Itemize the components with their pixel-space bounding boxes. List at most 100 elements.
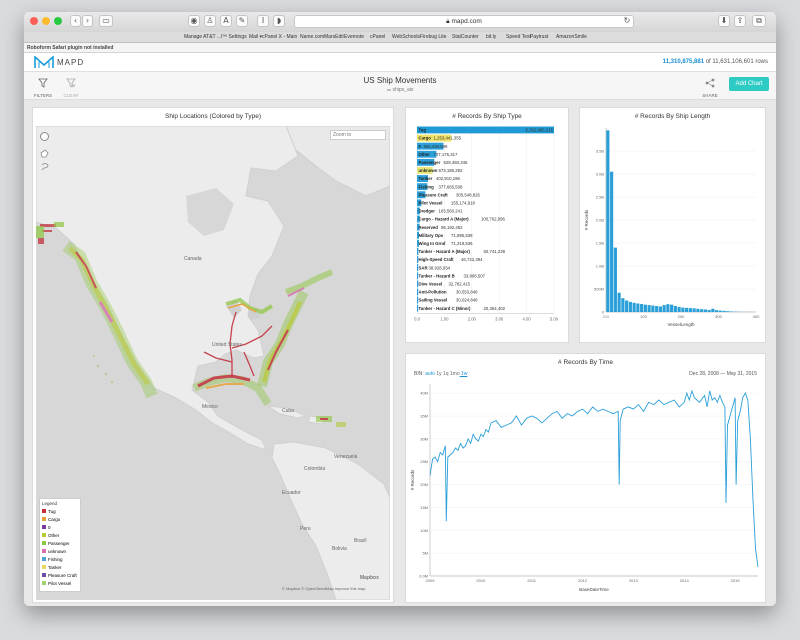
histogram-bar[interactable] <box>670 304 674 312</box>
bookmark-item[interactable]: Speed Test <box>506 32 531 43</box>
bookmark-item[interactable]: Paytrust <box>530 32 548 43</box>
histogram-bar[interactable] <box>730 311 734 312</box>
bookmark-item[interactable]: cPanel X - Main <box>262 32 297 43</box>
extension-icon[interactable]: ✎ <box>236 15 248 27</box>
histogram-bar[interactable] <box>643 304 647 312</box>
map-attribution[interactable]: © Mapbox © OpenStreetMap Improve this ma… <box>282 586 366 591</box>
minimize-window-button[interactable] <box>42 17 50 25</box>
close-window-button[interactable] <box>30 17 38 25</box>
histogram-bar[interactable] <box>613 247 617 312</box>
legend-item[interactable]: Cargo <box>42 515 78 523</box>
lasso-draw-icon[interactable] <box>40 158 49 171</box>
bookmark-item[interactable]: Firebug Lite <box>420 32 446 43</box>
bookmark-item[interactable]: WebSchools <box>392 32 420 43</box>
histogram-bar[interactable] <box>617 292 621 312</box>
histogram-bar[interactable] <box>628 301 632 312</box>
back-icon[interactable]: ‹ <box>70 15 81 27</box>
instapaper-icon[interactable]: I <box>257 15 269 27</box>
legend-item[interactable]: Tug <box>42 507 78 515</box>
histogram-bar[interactable] <box>726 311 730 312</box>
map-view[interactable]: Canada United States Mexico Cuba Venezuela Co… <box>36 126 390 600</box>
ship-type-chart[interactable]: 0.0 1.00 2.00 3.00 4.00 5.00 Tug 5,362,686,215 C… <box>406 124 570 342</box>
dashboard-title[interactable]: US Ship Movements <box>24 76 776 85</box>
histogram-bar[interactable] <box>625 300 629 313</box>
histogram-bar[interactable] <box>673 306 677 312</box>
histogram-bar[interactable] <box>651 305 655 312</box>
histogram-bar[interactable] <box>718 310 722 312</box>
privacy-eye-icon[interactable]: ◉ <box>188 15 200 27</box>
bookmark-item[interactable]: bit.ly <box>486 32 496 43</box>
forward-icon[interactable]: › <box>82 15 93 27</box>
histogram-bar[interactable] <box>688 308 692 312</box>
histogram-bar[interactable] <box>711 308 715 312</box>
bin-option[interactable]: auto <box>425 371 435 377</box>
histogram-bar[interactable] <box>681 307 685 312</box>
legend-label: unknown <box>48 548 67 554</box>
mapbox-logo[interactable]: Mapbox <box>360 575 379 581</box>
bookmark-item[interactable]: Evernote <box>344 32 364 43</box>
zoom-to-input[interactable] <box>330 130 386 140</box>
histogram-bar[interactable] <box>621 298 625 312</box>
histogram-bar[interactable] <box>692 308 696 312</box>
y-tick-label: 2.5B <box>596 195 605 200</box>
reading-person-icon[interactable]: ♙ <box>204 15 216 27</box>
histogram-bar[interactable] <box>703 309 707 312</box>
bin-option[interactable]: 1y <box>435 371 441 377</box>
bookmark-item[interactable]: AmazonSmile <box>556 32 587 43</box>
histogram-bar[interactable] <box>647 305 651 312</box>
histogram-bar[interactable] <box>696 308 700 312</box>
histogram-bar[interactable] <box>655 306 659 312</box>
bookmark-item[interactable]: Mail ▾ <box>249 32 262 43</box>
histogram-bar[interactable] <box>707 309 711 312</box>
bin-option[interactable]: 1w <box>460 371 467 377</box>
bookmark-item[interactable]: Manage AT&T ...l™ Settings <box>184 32 247 43</box>
time-chart[interactable]: 0.0M5M10M15M20M25M30M35M40M2009 2010 2011 2… <box>406 380 767 602</box>
histogram-bar[interactable] <box>640 303 644 312</box>
histogram-bar[interactable] <box>722 310 726 312</box>
histogram-bar[interactable] <box>715 310 719 312</box>
date-range[interactable]: Dec 28, 2008 — May 31, 2015 <box>689 371 757 377</box>
legend-item[interactable]: Other <box>42 531 78 539</box>
zoom-window-button[interactable] <box>54 17 62 25</box>
histogram-bar[interactable] <box>632 302 636 312</box>
add-chart-button[interactable]: Add Chart <box>729 77 769 91</box>
x-tick-label: 2015 <box>731 578 741 583</box>
category-label: Cargo <box>419 136 432 141</box>
circle-draw-icon[interactable] <box>40 132 49 141</box>
legend-item[interactable]: 0 <box>42 523 78 531</box>
histogram-bar[interactable] <box>700 309 704 312</box>
histogram-bar[interactable] <box>662 305 666 312</box>
legend-item[interactable]: Passenger <box>42 539 78 547</box>
address-bar[interactable]: 🔒︎ mapd.com <box>294 15 634 28</box>
legend-item[interactable]: unknown <box>42 547 78 555</box>
sidebar-icon[interactable]: ▭ <box>99 15 113 27</box>
bookmark-item[interactable]: MarsEdit <box>324 32 344 43</box>
histogram-bar[interactable] <box>636 303 640 312</box>
histogram-bar[interactable] <box>677 306 681 312</box>
reload-icon[interactable]: ↻ <box>622 16 632 26</box>
bookmark-item[interactable]: cPanel <box>370 32 385 43</box>
share-button[interactable]: SHARE <box>698 75 722 98</box>
category-label: Dredger <box>419 209 436 214</box>
ship-length-chart[interactable]: 0500M1.0B1.5B2.0B2.5B3.0B3.5B0.0 100 200 30… <box>580 124 767 342</box>
histogram-bar[interactable] <box>606 130 610 312</box>
translate-icon[interactable]: A <box>220 15 232 27</box>
tabs-icon[interactable]: ⧉ <box>752 15 766 27</box>
histogram-bar[interactable] <box>685 307 689 312</box>
histogram-bar[interactable] <box>658 306 662 312</box>
bookmark-item[interactable]: StatCounter <box>452 32 479 43</box>
pocket-icon[interactable]: ◗ <box>273 15 285 27</box>
bookmark-item[interactable]: Name.com <box>300 32 324 43</box>
legend-item[interactable]: Pilot Vessel <box>42 579 78 587</box>
download-icon[interactable]: ⬇ <box>718 15 730 27</box>
share-icon[interactable]: ⇪ <box>734 15 746 27</box>
legend-item[interactable]: Fishing <box>42 555 78 563</box>
polygon-draw-icon[interactable] <box>40 145 49 158</box>
map-legend[interactable]: Legend Tug Cargo 0 Other Passenger unknown Fis… <box>39 498 81 592</box>
legend-item[interactable]: Pleasure Craft <box>42 571 78 579</box>
histogram-bar[interactable] <box>610 171 614 312</box>
histogram-bar[interactable] <box>666 304 670 312</box>
legend-item[interactable]: Tanker <box>42 563 78 571</box>
bin-option[interactable]: 1mo <box>448 371 460 377</box>
time-series-line[interactable] <box>429 389 759 567</box>
